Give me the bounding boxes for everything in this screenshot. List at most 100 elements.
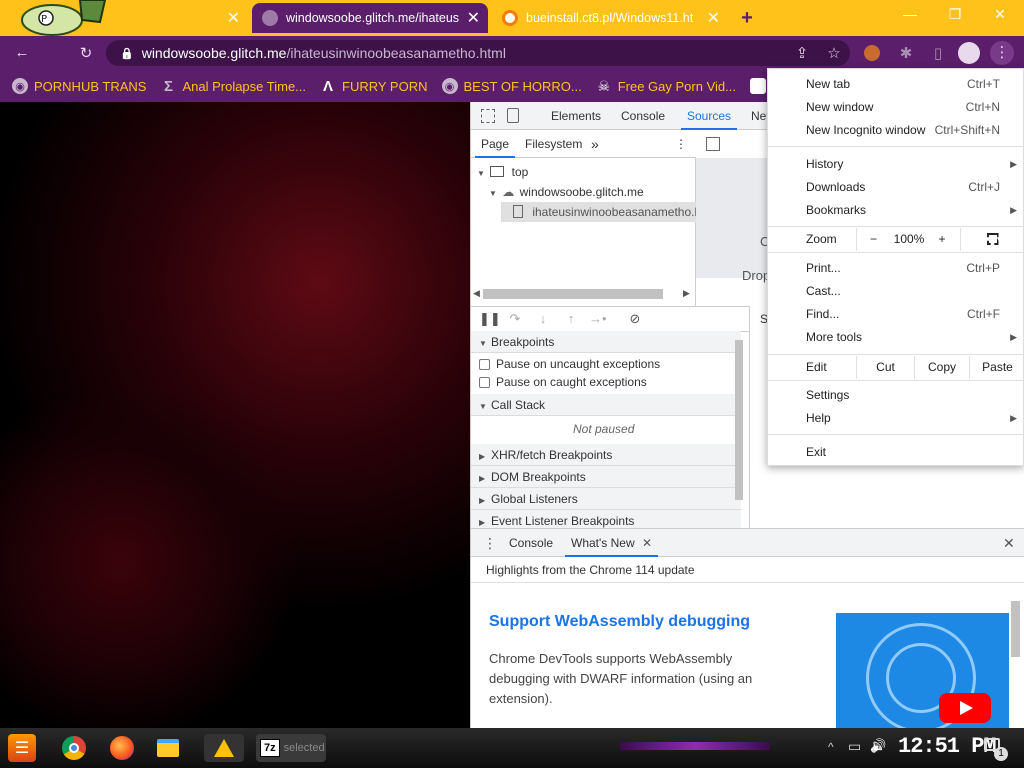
section-global-listeners[interactable]: ▶ Global Listeners: [471, 488, 741, 510]
tab-3[interactable]: bueinstall.ct8.pl/Windows11.ht ✕: [492, 3, 728, 33]
section-xhr-breakpoints[interactable]: ▶ XHR/fetch Breakpoints: [471, 444, 741, 466]
new-tab-button[interactable]: +: [734, 5, 760, 31]
menu-item-help[interactable]: Help ▶: [768, 407, 1024, 430]
menu-item-settings[interactable]: Settings: [768, 384, 1024, 407]
more-tabs-icon[interactable]: »: [585, 130, 605, 158]
tab-console[interactable]: Console: [615, 102, 671, 130]
section-breakpoints[interactable]: ▼ Breakpoints: [471, 331, 741, 353]
tab-close-icon[interactable]: ✕: [227, 8, 240, 28]
bookmark-item[interactable]: ☠ Free Gay Porn Vid...: [596, 78, 736, 94]
tab-filesystem[interactable]: Filesystem: [519, 130, 588, 158]
volume-icon[interactable]: 🔊: [870, 738, 886, 754]
extensions-icon[interactable]: ✱: [896, 44, 916, 62]
checkbox-box[interactable]: [479, 358, 490, 370]
menu-item-downloads[interactable]: Downloads Ctrl+J: [768, 176, 1024, 199]
menu-item-bookmarks[interactable]: Bookmarks ▶: [768, 199, 1024, 222]
menu-item-find[interactable]: Find... Ctrl+F: [768, 303, 1024, 326]
minimize-icon[interactable]: —: [890, 6, 930, 22]
video-thumbnail[interactable]: [836, 613, 1009, 729]
device-toolbar-icon[interactable]: [507, 108, 519, 123]
menu-item-new-window[interactable]: New window Ctrl+N: [768, 96, 1024, 119]
pause-icon[interactable]: ❚❚: [479, 311, 501, 327]
file-explorer-app[interactable]: [154, 734, 182, 762]
tab-2[interactable]: windowsoobe.glitch.me/ihateus ✕: [252, 3, 488, 33]
tree-item-top[interactable]: ▼ top: [477, 162, 528, 182]
pause-caught-checkbox[interactable]: Pause on caught exceptions: [479, 373, 647, 391]
tree-item-file[interactable]: ihateusinwinoobeasanametho.h: [501, 202, 701, 222]
file-icon: [513, 205, 523, 218]
more-options-icon[interactable]: ⋮: [669, 130, 693, 158]
chrome-menu-icon[interactable]: ⋮: [990, 41, 1014, 65]
drawer-tab-console[interactable]: Console: [503, 529, 559, 557]
menu-item-exit[interactable]: Exit: [768, 441, 1024, 464]
start-button[interactable]: ☰: [8, 734, 36, 762]
drawer-tab-whats-new[interactable]: What's New ✕: [565, 529, 659, 557]
checkbox-box[interactable]: [479, 376, 490, 388]
fullscreen-button[interactable]: [960, 228, 1024, 251]
toggle-sidebar-icon[interactable]: [706, 137, 720, 151]
drawer-menu-icon[interactable]: ⋮: [483, 535, 497, 552]
drawer-scrollbar[interactable]: [1011, 601, 1020, 657]
7zip-app[interactable]: 7z selected: [256, 734, 326, 762]
zoom-in-button[interactable]: +: [928, 228, 956, 251]
network-icon[interactable]: ▭: [848, 738, 861, 755]
pause-uncaught-checkbox[interactable]: Pause on uncaught exceptions: [479, 355, 660, 373]
firefox-app[interactable]: [108, 734, 136, 762]
warning-app[interactable]: [204, 734, 244, 762]
bookmark-item[interactable]: ◉ PORNHUB TRANS: [12, 78, 146, 94]
step-icon[interactable]: →•: [589, 311, 607, 327]
tab-1[interactable]: ✕: [0, 3, 248, 33]
tab-elements[interactable]: Elements: [545, 102, 607, 130]
warning-icon: [214, 739, 234, 757]
cut-button[interactable]: Cut: [856, 356, 914, 379]
notification-button[interactable]: 1: [984, 738, 1008, 761]
back-icon[interactable]: ←: [12, 44, 32, 61]
close-window-icon[interactable]: ✕: [980, 6, 1020, 23]
bookmark-item[interactable]: Σ Anal Prolapse Time...: [160, 78, 306, 95]
tab-page[interactable]: Page: [475, 130, 516, 158]
chrome-app[interactable]: [60, 734, 88, 762]
youtube-play-icon[interactable]: [939, 693, 991, 723]
tree-item-domain[interactable]: ▼ ☁ windowsoobe.glitch.me: [489, 182, 644, 202]
share-icon[interactable]: ⇪: [792, 44, 812, 62]
step-out-icon[interactable]: ↑: [563, 311, 579, 327]
menu-item-incognito[interactable]: New Incognito window Ctrl+Shift+N: [768, 119, 1024, 142]
section-dom-breakpoints[interactable]: ▶ DOM Breakpoints: [471, 466, 741, 488]
step-into-icon[interactable]: ↓: [535, 311, 551, 327]
menu-item-cast[interactable]: Cast...: [768, 280, 1024, 303]
inspect-icon[interactable]: [481, 109, 495, 123]
side-panel-icon[interactable]: ▯: [928, 44, 948, 62]
address-bar[interactable]: 🔒 windowsoobe.glitch.me/ihateusinwinoobe…: [106, 40, 850, 66]
bookmark-item[interactable]: ◉ BEST OF HORRO...: [441, 78, 582, 94]
copy-button[interactable]: Copy: [914, 356, 969, 379]
step-over-icon[interactable]: ↷: [507, 311, 523, 327]
lock-icon[interactable]: 🔒: [120, 47, 134, 60]
star-icon[interactable]: ☆: [824, 44, 844, 62]
menu-item-history[interactable]: History ▶: [768, 153, 1024, 176]
horizontal-scrollbar[interactable]: [483, 289, 663, 299]
bookmark-item[interactable]: Λ FURRY PORN: [320, 78, 428, 95]
menu-item-more-tools[interactable]: More tools ▶: [768, 326, 1024, 349]
extension-avatar-icon[interactable]: [864, 45, 880, 61]
profile-icon[interactable]: [958, 42, 980, 64]
reload-icon[interactable]: ↻: [76, 44, 96, 62]
taskbar-clock[interactable]: 12:51 PM: [898, 734, 997, 759]
tab-sources[interactable]: Sources: [681, 102, 738, 130]
close-tab-icon[interactable]: ✕: [642, 536, 652, 550]
menu-label: Downloads: [806, 180, 866, 194]
menu-item-print[interactable]: Print... Ctrl+P: [768, 257, 1024, 280]
zoom-out-button[interactable]: −: [856, 228, 890, 251]
close-drawer-icon[interactable]: ✕: [1003, 535, 1015, 552]
scroll-left-icon[interactable]: ◀: [473, 288, 480, 299]
tray-up-icon[interactable]: ^: [828, 740, 834, 754]
paste-button[interactable]: Paste: [969, 356, 1024, 379]
tab-close-icon[interactable]: ✕: [702, 8, 720, 28]
deactivate-breakpoints-icon[interactable]: ⊘: [627, 311, 643, 327]
tab-close-icon[interactable]: ✕: [462, 8, 480, 28]
menu-item-new-tab[interactable]: New tab Ctrl+T: [768, 73, 1024, 96]
restore-icon[interactable]: ❐: [935, 6, 975, 23]
section-call-stack[interactable]: ▼ Call Stack: [471, 394, 741, 416]
scroll-right-icon[interactable]: ▶: [683, 288, 690, 299]
feature-title[interactable]: Support WebAssembly debugging: [489, 613, 750, 631]
sidebar-scrollbar[interactable]: [735, 340, 743, 500]
